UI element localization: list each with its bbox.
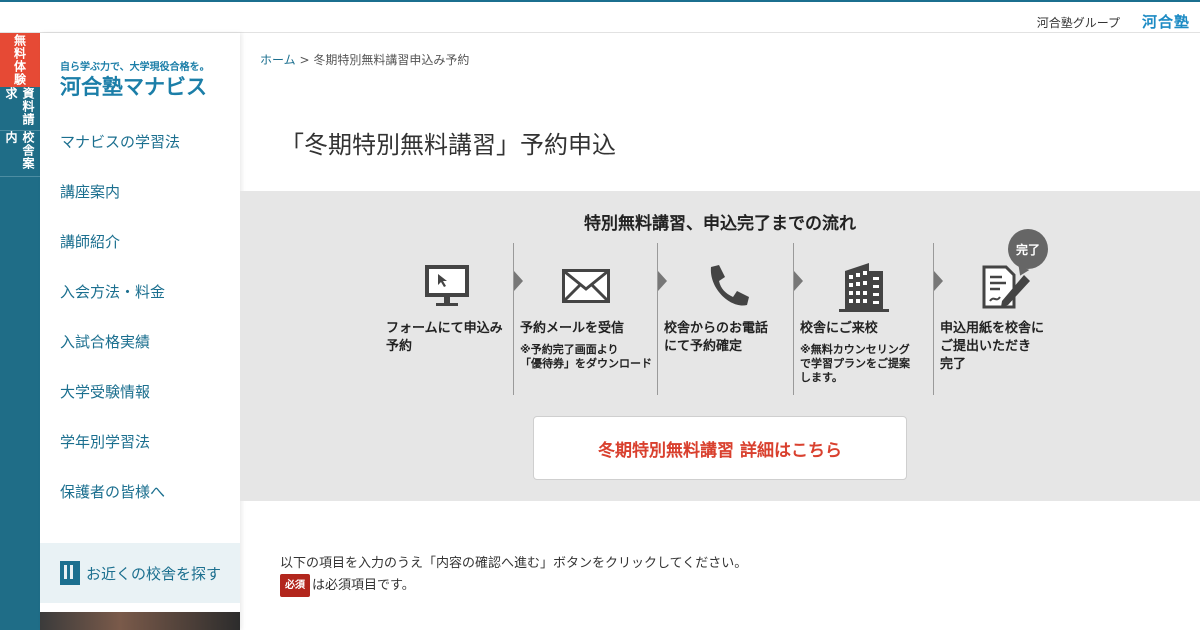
step-note: で学習プランをご提案 — [800, 357, 910, 370]
sidebar-item-grade-study[interactable]: 学年別学習法 — [60, 417, 180, 467]
flow-step-4: 校舎にご来校 ※無料カウンセリング で学習プランをご提案 します。 — [794, 243, 933, 395]
step-label: 校舎にご来校 — [800, 321, 878, 336]
mail-icon — [514, 261, 657, 315]
step-note: します。 — [800, 371, 843, 384]
instruction-text: 以下の項目を入力のうえ「内容の確認へ進む」ボタンをクリックしてください。 — [280, 556, 748, 571]
flow-step-3: 校舎からのお電話 にて予約確定 — [658, 243, 793, 395]
step-label: ご提出いただき — [940, 339, 1032, 354]
flow-step-2: 予約メールを受信 ※予約完了画面より 「優待券」をダウンロード — [514, 243, 657, 395]
sidebar-nav: マナビスの学習法 講座案内 講師紹介 入会方法・料金 入試合格実績 大学受験情報… — [60, 117, 180, 517]
flow-panel: 特別無料講習、申込完了までの流れ フォームにて申込み 予約 予約メールを受信 ※… — [240, 191, 1200, 501]
flow-title: 特別無料講習、申込完了までの流れ — [584, 214, 856, 234]
building-icon — [60, 561, 80, 585]
flow-step-1: フォームにて申込み 予約 — [380, 243, 513, 395]
sidebar-item-study-method[interactable]: マナビスの学習法 — [60, 117, 180, 167]
building-icon — [794, 261, 933, 315]
sidebar: 自ら学ぶ力で、大学現役合格を。 河合塾マナビス マナビスの学習法 講座案内 講師… — [40, 33, 240, 630]
sidebar-item-results[interactable]: 入試合格実績 — [60, 317, 180, 367]
breadcrumb-current: 冬期特別無料講習申込み予約 — [313, 53, 470, 67]
required-note: は必須項目です。 — [312, 578, 415, 593]
sidebar-item-enrollment-fees[interactable]: 入会方法・料金 — [60, 267, 180, 317]
school-search-label: お近くの校舎を探す — [86, 564, 222, 583]
banner-photo[interactable] — [40, 612, 240, 630]
top-bar: 河合塾グループ 河合塾 — [0, 0, 1200, 33]
step-note: ※無料カウンセリング — [800, 343, 910, 356]
breadcrumb: ホーム > 冬期特別無料講習申込み予約 — [260, 51, 469, 68]
tab-request-materials[interactable]: 資料請求 — [0, 87, 40, 131]
step-label: 完了 — [940, 357, 967, 372]
form-instructions: 以下の項目を入力のうえ「内容の確認へ進む」ボタンをクリックしてください。 必須は… — [280, 553, 747, 597]
document-pen-icon — [934, 261, 1074, 315]
page-title: 「冬期特別無料講習」予約申込 — [280, 131, 616, 159]
step-label: にて予約確定 — [664, 339, 743, 354]
step-note: ※予約完了画面より — [520, 343, 619, 356]
step-label: 予約 — [386, 339, 413, 354]
step-label: 校舎からのお電話 — [664, 321, 769, 336]
done-badge: 完了 — [1008, 229, 1048, 269]
group-link[interactable]: 河合塾グループ — [1037, 14, 1120, 31]
brand-logo[interactable]: 河合塾マナビス — [60, 71, 207, 101]
side-tab-rail: 無料体験 資料請求 校舎案内 — [0, 33, 40, 630]
breadcrumb-separator: > — [299, 53, 310, 67]
main-content: ホーム > 冬期特別無料講習申込み予約 「冬期特別無料講習」予約申込 特別無料講… — [240, 33, 1200, 630]
sidebar-item-exam-info[interactable]: 大学受験情報 — [60, 367, 180, 417]
required-badge: 必須 — [280, 574, 310, 597]
step-note: 「優待券」をダウンロード — [520, 357, 652, 370]
kawaijuku-logo[interactable]: 河合塾 — [1142, 11, 1190, 32]
computer-icon — [380, 261, 513, 315]
school-search-button[interactable]: お近くの校舎を探す — [40, 543, 240, 603]
step-label: 申込用紙を校舎に — [940, 321, 1045, 336]
sidebar-item-parents[interactable]: 保護者の皆様へ — [60, 467, 180, 517]
breadcrumb-home[interactable]: ホーム — [260, 53, 296, 67]
course-detail-button[interactable]: 冬期特別無料講習 詳細はこちら — [533, 416, 907, 480]
phone-icon — [658, 261, 793, 315]
tab-school-guide[interactable]: 校舎案内 — [0, 131, 40, 177]
sidebar-item-teachers[interactable]: 講師紹介 — [60, 217, 180, 267]
step-label: フォームにて申込み — [386, 321, 503, 336]
tab-free-trial[interactable]: 無料体験 — [0, 33, 40, 87]
step-label: 予約メールを受信 — [520, 321, 625, 336]
sidebar-item-courses[interactable]: 講座案内 — [60, 167, 180, 217]
flow-step-5: 申込用紙を校舎に ご提出いただき 完了 — [934, 243, 1074, 395]
